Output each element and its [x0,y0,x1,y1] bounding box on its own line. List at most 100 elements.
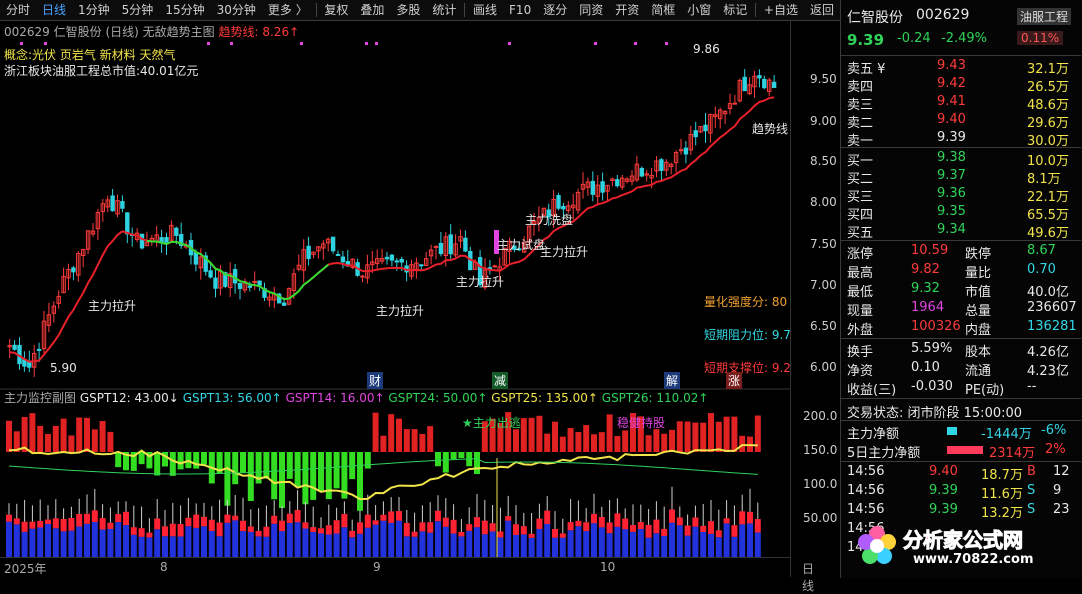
candle-body [208,270,213,278]
toolbar-item-15[interactable]: 开资 [609,0,645,20]
candle-body [678,149,684,152]
volume-bar-red [388,511,395,523]
flow-bar-red [52,425,59,452]
volume-bar-blue [364,527,371,558]
toolbar-item-4[interactable]: 15分钟 [159,0,210,20]
volume-bar-red [723,518,730,524]
price-change: -0.24 [897,31,931,46]
volume-bar-blue [45,523,51,558]
tick-volume: 13.2万 [981,506,1023,521]
volume-bar-red [380,514,387,521]
volume-bar-red [263,526,270,537]
toolbar-item-9[interactable]: 多股 [390,0,426,20]
toolbar-item-10[interactable]: 统计 [426,0,462,20]
ask-price: 9.40 [937,112,966,127]
flow-bar-green [240,452,246,473]
toolbar-item-0[interactable]: 分时 [0,0,36,20]
candle-body [164,237,169,244]
stat-label: 市值 [965,285,992,300]
sector-tag[interactable]: 油服工程 [1017,8,1072,25]
toolbar-item-16[interactable]: 简框 [645,0,681,20]
candle-body [120,201,125,209]
candle-body [110,195,115,212]
concept-text: 概念:光伏 页岩气 新材料 天然气 [4,48,176,62]
flow-bar-red [372,412,379,452]
candle-body [590,180,595,195]
stat-label: 现量 [847,304,874,319]
subchart-svg[interactable] [0,388,790,558]
flow-bar-red [598,432,605,452]
candle-body [247,285,253,288]
flow-bar-red [723,416,730,452]
resistance-level: 短期阻力位: 9.7 [704,328,791,342]
tick-price: 9.39 [929,502,958,517]
badge-reduce[interactable]: 减 [492,372,509,389]
candle-body [448,234,453,255]
volume-bar-blue [216,536,223,558]
badge-finance[interactable]: 财 [367,372,384,389]
volume-bar-red [466,524,473,531]
flow-bar-green [169,452,176,476]
period-label[interactable]: 日线 [802,560,814,594]
volume-bar-red [169,523,176,537]
volume-bar-blue [520,534,527,558]
toolbar-item-1[interactable]: 日线 [36,0,72,20]
toolbar-item-7[interactable]: 复权 [318,0,354,20]
badge-unlock[interactable]: 解 [664,372,681,389]
volume-bar-blue [715,537,722,558]
period-toolbar: 分时 日线 1分钟 5分钟 15分钟 30分钟 更多 〉复权 叠加 多股 统计 画线 F10 逐分 同资开… [0,0,840,21]
volume-bar-red [739,511,746,525]
flow-bar-red [513,429,519,452]
volume-bar-red [84,513,90,524]
bid-price: 9.37 [937,168,966,183]
volume-bar-blue [700,531,707,558]
toolbar-item-14[interactable]: 同资 [573,0,609,20]
volume-bar-red [622,518,629,530]
stat-label: 最低 [847,285,874,300]
volume-bar-blue [559,537,566,558]
volume-bar-blue [528,537,535,558]
stat-label: 股本 [965,345,992,360]
toolbar-item-11[interactable]: 画线 [467,0,503,20]
badge-rise[interactable]: 涨 [726,372,743,389]
volume-bar-red [513,524,519,535]
volume-bar-red [318,528,324,534]
x-label-aug: 8 [160,560,168,574]
toolbar-item-3[interactable]: 5分钟 [116,0,160,20]
candle-body [438,242,444,255]
candle-body [683,147,689,155]
flow1-value: -1444万 [981,427,1032,442]
volume-bar-red [99,518,106,530]
volume-bar-red [286,513,293,523]
signal-dot [20,42,23,45]
tick-price: 9.39 [929,483,958,498]
toolbar-item-6[interactable]: 更多 〉 [262,0,314,20]
volume-bar-red [76,513,83,527]
gspt25: GSPT25: 135.00↑ [491,391,598,405]
subchart-header: 主力监控副图 GSPT12: 43.00↓ GSPT13: 56.00↑ GSP… [4,389,708,406]
flow-bar-red [544,433,551,452]
toolbar-item-20[interactable]: 返回 [804,0,840,20]
kline-chart[interactable]: 002629 仁智股份 (日线) 无敌趋势主图 趋势线: 8.26↑ 概念:光伏… [0,20,837,390]
volume-bar-blue [435,521,441,558]
toolbar-item-8[interactable]: 叠加 [354,0,390,20]
volume-bar-red [481,520,488,535]
toolbar-item-19[interactable]: +自选 [758,0,804,20]
volume-bar-red [310,527,317,532]
indicator-name[interactable]: 无敌趋势主图 [143,25,215,39]
stat-label: 跌停 [965,247,992,262]
stat-label: 最高 [847,266,874,281]
volume-bar-blue [466,530,473,558]
volume-bar-red [162,526,168,537]
quote-panel: 仁智股份 002629 油服工程 9.39 -0.24 -2.49% 0.11%… [840,0,1082,578]
toolbar-item-5[interactable]: 30分钟 [211,0,262,20]
toolbar-item-13[interactable]: 逐分 [537,0,573,20]
watermark: 分析家公式网 www.70822.com [855,520,1081,576]
toolbar-item-2[interactable]: 1分钟 [72,0,116,20]
main-force-subchart[interactable]: 主力监控副图 GSPT12: 43.00↓ GSPT13: 56.00↑ GSP… [0,388,837,558]
toolbar-item-18[interactable]: 标记 [717,0,753,20]
toolbar-item-17[interactable]: 小窗 [681,0,717,20]
toolbar-item-12[interactable]: F10 [503,0,537,20]
candle-body [394,260,400,263]
stat-value: 8.67 [1027,243,1056,258]
